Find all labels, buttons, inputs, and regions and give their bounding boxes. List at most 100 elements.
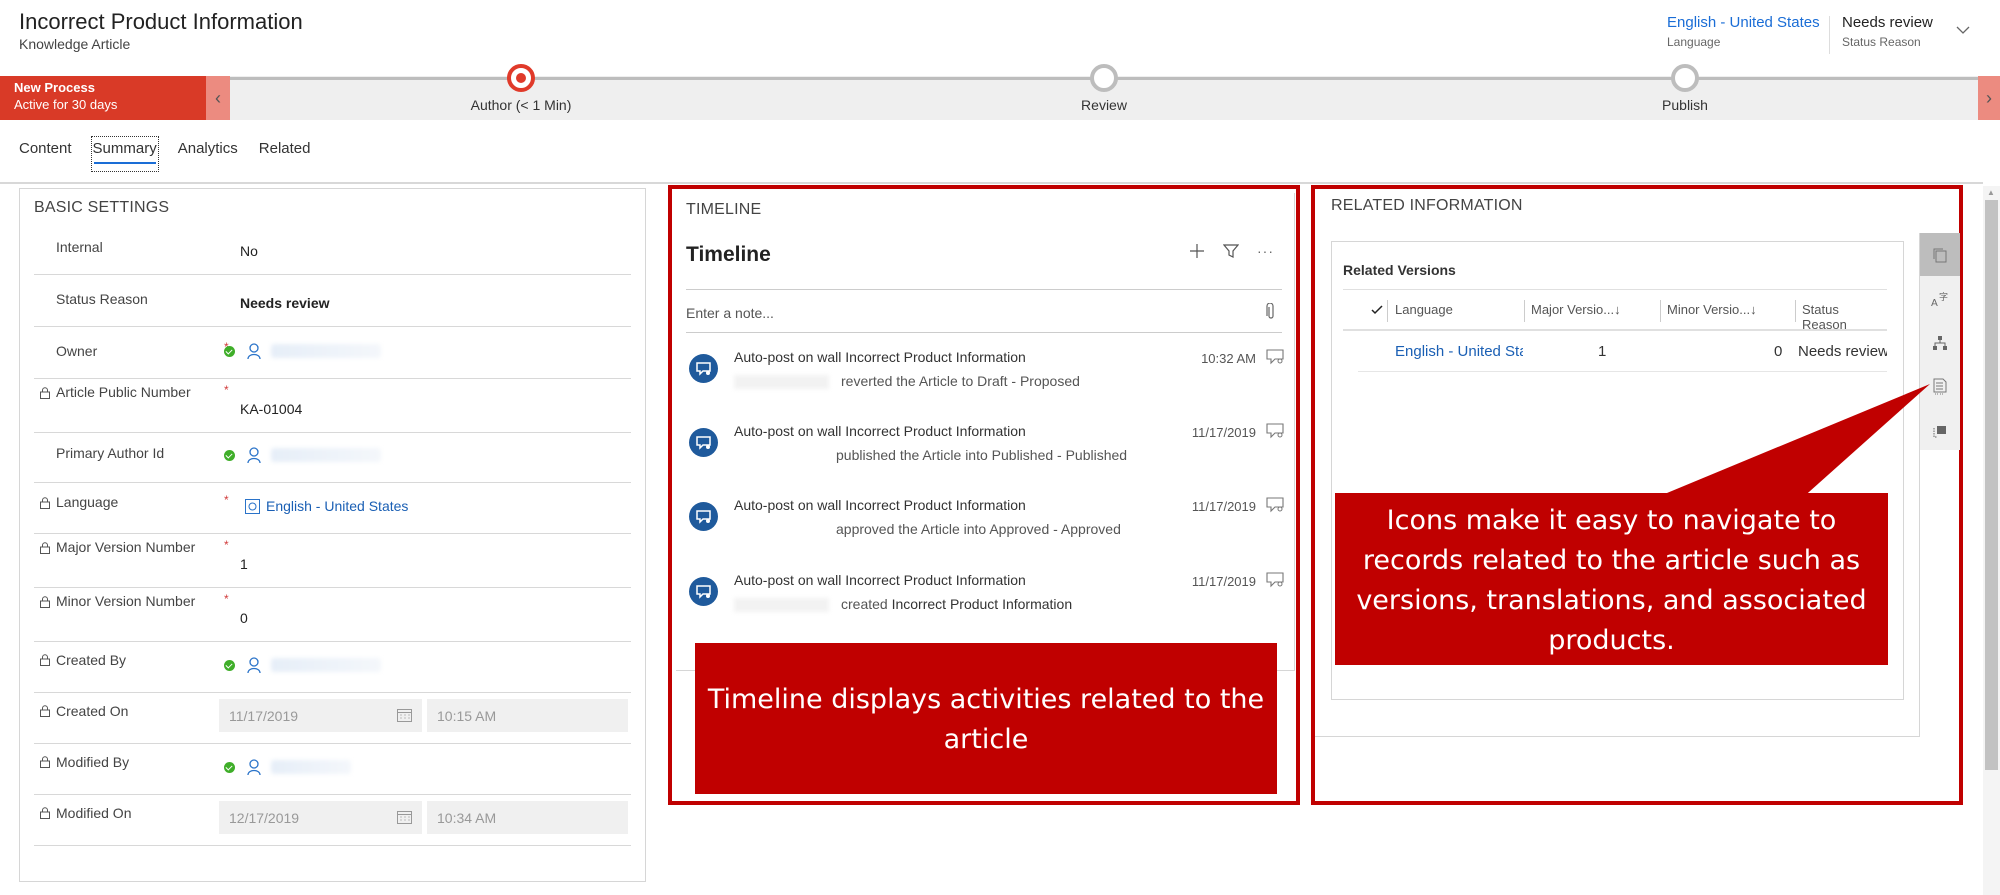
process-next-button[interactable]: ›	[1978, 76, 2000, 120]
post-icon[interactable]	[1266, 349, 1284, 365]
divider	[686, 332, 1282, 333]
svg-text:A: A	[1931, 298, 1938, 307]
column-language[interactable]: Language	[1395, 302, 1453, 317]
column-separator	[1660, 300, 1661, 322]
hierarchy-icon[interactable]	[1920, 321, 1960, 364]
status-check-icon	[224, 449, 235, 461]
field-label: Article Public Number	[56, 384, 191, 400]
attachment-icon[interactable]	[1266, 303, 1276, 321]
field-major-version-number[interactable]: Major Version Number * 1	[34, 534, 631, 588]
section-title: BASIC SETTINGS	[34, 199, 170, 216]
timeline-item[interactable]: Auto-post on wall Incorrect Product Info…	[686, 423, 1286, 483]
header-divider	[1829, 16, 1830, 54]
field-status-reason[interactable]: Status Reason Needs review	[34, 275, 631, 327]
created-on-time-input[interactable]: 10:15 AM	[427, 699, 628, 732]
field-language[interactable]: Language * English - United States	[34, 483, 631, 534]
chevron-down-icon[interactable]	[1955, 22, 1971, 38]
redacted-name	[270, 344, 381, 359]
field-label: Modified On	[56, 805, 132, 821]
field-value[interactable]: 1	[240, 556, 248, 572]
field-label: Major Version Number	[56, 539, 196, 555]
field-article-public-number[interactable]: Article Public Number * KA-01004	[34, 379, 631, 433]
created-on-date-input[interactable]: 11/17/2019	[219, 699, 422, 732]
lock-icon	[40, 756, 50, 768]
post-icon[interactable]	[1266, 497, 1284, 513]
user-icon	[247, 343, 261, 360]
created-by-lookup[interactable]	[224, 656, 381, 674]
record-title: Incorrect Product Information	[19, 9, 303, 34]
header-status-value: Needs review	[1842, 14, 1933, 31]
language-link[interactable]: English - United States	[1395, 343, 1523, 360]
language-lookup-link[interactable]: English - United States	[266, 498, 408, 514]
field-value[interactable]: KA-01004	[240, 401, 302, 417]
calendar-icon[interactable]	[397, 708, 412, 722]
timeline-toolbar: ···	[1189, 243, 1274, 259]
stage-review[interactable]: Review	[994, 64, 1214, 113]
column-status-reason[interactable]: Status Reason	[1802, 302, 1887, 332]
timeline-heading: Timeline	[686, 243, 771, 266]
field-label: Primary Author Id	[56, 445, 165, 461]
modified-on-date-input[interactable]: 12/17/2019	[219, 801, 422, 834]
field-created-on[interactable]: Created On 11/17/2019 10:15 AM	[34, 693, 631, 744]
tab-related[interactable]: Related	[259, 138, 311, 170]
calendar-icon[interactable]	[397, 810, 412, 824]
scroll-up-icon[interactable]: ▲	[1987, 188, 1995, 197]
field-label: Modified By	[56, 754, 130, 770]
field-owner[interactable]: Owner *	[34, 327, 631, 379]
status-check-icon	[224, 659, 235, 671]
page-scrollbar[interactable]: ▲	[1983, 186, 2000, 895]
filter-icon[interactable]	[1223, 243, 1239, 259]
user-icon	[247, 759, 261, 776]
field-label: Created By	[56, 652, 127, 668]
timeline-item[interactable]: Auto-post on wall Incorrect Product Info…	[686, 497, 1286, 557]
column-separator	[1524, 300, 1525, 322]
owner-lookup[interactable]	[224, 342, 381, 360]
timeline-item[interactable]: Auto-post on wall Incorrect Product Info…	[686, 349, 1286, 409]
grid-row[interactable]: English - United States 1 0 Needs review	[1358, 332, 1887, 372]
primary-author-lookup[interactable]	[224, 446, 381, 464]
process-duration: Active for 30 days	[14, 97, 118, 112]
header-language-field[interactable]: English - United States Language	[1667, 14, 1820, 49]
post-icon[interactable]	[1266, 423, 1284, 439]
process-prev-button[interactable]: ‹	[206, 76, 230, 120]
stage-author[interactable]: Author (< 1 Min)	[411, 64, 631, 113]
post-icon[interactable]	[1266, 572, 1284, 588]
field-value[interactable]: Needs review	[240, 295, 330, 311]
stage-publish[interactable]: Publish	[1575, 64, 1795, 113]
tab-summary[interactable]: Summary	[90, 136, 159, 172]
field-created-by[interactable]: Created By	[34, 642, 631, 693]
required-marker: *	[224, 538, 229, 552]
required-marker: *	[224, 592, 229, 606]
more-options-button[interactable]: ···	[1257, 243, 1274, 259]
annotation-pointer-arrow	[1650, 384, 1930, 500]
section-title: TIMELINE	[686, 201, 762, 218]
timeline-item[interactable]: Auto-post on wall Incorrect Product Info…	[686, 572, 1286, 632]
lock-icon	[40, 705, 50, 717]
modified-on-time-input[interactable]: 10:34 AM	[427, 801, 628, 834]
tab-analytics[interactable]: Analytics	[178, 138, 238, 170]
select-all-check-icon[interactable]	[1371, 305, 1383, 315]
translations-icon[interactable]: A字	[1920, 277, 1960, 320]
add-icon[interactable]	[1189, 243, 1205, 259]
modified-by-lookup[interactable]	[224, 758, 351, 776]
header-language-value[interactable]: English - United States	[1667, 14, 1820, 31]
status-reason-cell: Needs review	[1798, 343, 1887, 360]
lock-icon	[40, 542, 50, 554]
field-modified-by[interactable]: Modified By	[34, 744, 631, 795]
field-minor-version-number[interactable]: Minor Version Number * 0	[34, 588, 631, 642]
timeline-item-detail: published the Article into Published - P…	[836, 447, 1128, 463]
required-marker: *	[224, 383, 229, 397]
column-major-version[interactable]: Major Versio...↓	[1531, 302, 1621, 317]
field-value[interactable]: No	[240, 243, 258, 259]
column-minor-version[interactable]: Minor Versio...↓	[1667, 302, 1757, 317]
field-value[interactable]: 0	[240, 610, 248, 626]
field-modified-on[interactable]: Modified On 12/17/2019 10:34 AM	[34, 795, 631, 846]
related-versions-icon[interactable]	[1920, 233, 1960, 276]
note-input[interactable]: Enter a note...	[686, 305, 774, 321]
scrollbar-thumb[interactable]	[1985, 200, 1998, 770]
field-internal[interactable]: Internal No	[34, 223, 631, 275]
tab-content[interactable]: Content	[19, 138, 72, 170]
stage-label: Review	[1081, 97, 1127, 113]
process-flag[interactable]: New Process Active for 30 days	[0, 76, 206, 120]
field-primary-author-id[interactable]: Primary Author Id	[34, 433, 631, 483]
